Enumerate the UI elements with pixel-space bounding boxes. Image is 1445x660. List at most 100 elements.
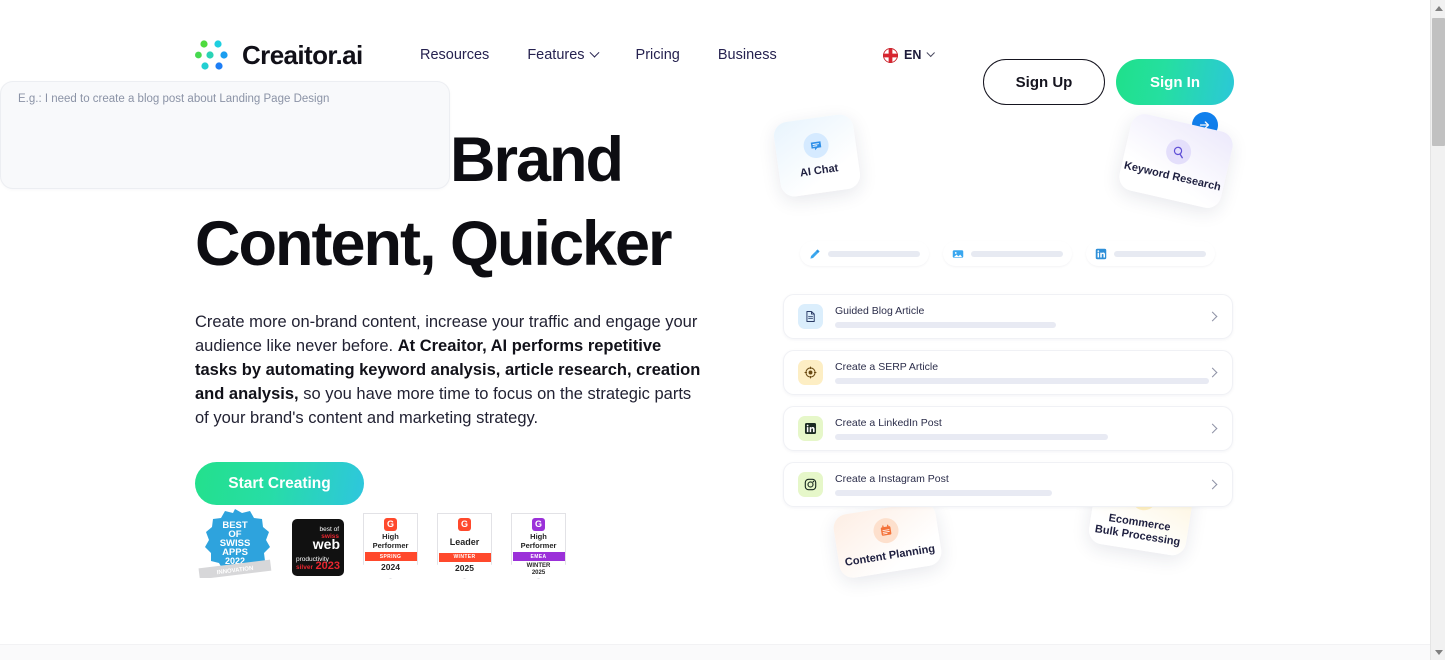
g2-logo-icon: G <box>532 518 545 531</box>
chat-bubble-icon <box>810 141 821 151</box>
nav-label: Pricing <box>635 47 680 63</box>
triangle-down-icon <box>1434 649 1443 655</box>
g2-badge-shape: G High Performer SPRING 2024 <box>363 513 418 579</box>
chevron-right-icon <box>1207 423 1218 434</box>
list-item-title: Create a Instagram Post <box>835 473 949 485</box>
chip-skeleton-bar <box>828 250 920 257</box>
language-selector[interactable]: EN <box>883 28 936 82</box>
g2-badge-shape: G High Performer EMEA WINTER 2025 <box>511 513 566 579</box>
chevron-right-icon <box>1207 367 1218 378</box>
list-item-body: Create a SERP Article <box>835 361 1209 384</box>
badge-g2-high-performer-spring: G High Performer SPRING 2024 <box>363 513 418 579</box>
badge-g2-leader-winter: G Leader WINTER 2025 <box>437 513 492 579</box>
chevron-down-icon <box>926 48 936 58</box>
document-icon <box>806 310 815 323</box>
linkedin-icon <box>804 422 817 435</box>
page-content: Creaitor.ai Resources Features Pricing B… <box>0 0 1430 660</box>
search-icon <box>1173 146 1183 158</box>
best-of-swiss-apps-badge-icon: BEST OF SWISS APPS 2022 INNOVATION <box>198 509 272 580</box>
sign-up-button[interactable]: Sign Up <box>983 59 1105 105</box>
browser-viewport: Creaitor.ai Resources Features Pricing B… <box>0 0 1445 660</box>
floating-card-label: AI Chat <box>799 162 840 180</box>
chip-skeleton-bar <box>1114 250 1206 257</box>
g2-logo-icon: G <box>384 518 397 531</box>
calendar-icon <box>880 524 892 536</box>
list-item[interactable]: Create a LinkedIn Post <box>783 406 1233 451</box>
bosw-year: 2023 <box>315 560 340 572</box>
g2-title: High Performer <box>372 532 409 550</box>
creaitor-nodes-logo-icon <box>195 40 228 70</box>
floating-card-ai-chat[interactable]: AI Chat <box>772 112 862 199</box>
chevron-right-icon <box>1207 479 1218 490</box>
badge-best-of-swiss-apps: BEST OF SWISS APPS 2022 INNOVATION <box>197 506 273 583</box>
list-item-body: Create a Instagram Post <box>835 473 1209 496</box>
hero-description: Create more on-brand content, increase y… <box>195 310 705 430</box>
list-item-skeleton-bar <box>835 378 1209 384</box>
bosw-line3: web <box>312 536 340 552</box>
document-icon-wrap <box>798 304 823 329</box>
nav-item-pricing[interactable]: Pricing <box>636 47 714 63</box>
g2-band: SPRING <box>364 552 417 561</box>
search-icon-wrap <box>1163 136 1194 167</box>
page-footer-band <box>0 644 1430 660</box>
g2-band: WINTER <box>438 552 491 562</box>
g2-year: WINTER 2025 <box>526 563 551 576</box>
g2-title: Leader <box>449 537 480 547</box>
list-item-skeleton-bar <box>835 434 1109 440</box>
list-item-body: Guided Blog Article <box>835 305 1209 328</box>
linkedin-icon <box>1095 248 1107 259</box>
bosw-line1: best of <box>319 526 339 533</box>
scroll-up-button[interactable] <box>1431 0 1445 16</box>
badge-g2-high-performer-emea: G High Performer EMEA WINTER 2025 <box>511 513 566 579</box>
list-item-title: Create a SERP Article <box>835 361 939 373</box>
prompt-chips <box>800 241 1215 266</box>
start-creating-button[interactable]: Start Creating <box>195 462 364 505</box>
nav-item-resources[interactable]: Resources <box>420 47 523 63</box>
nav-label: Features <box>527 47 585 63</box>
nav-item-business[interactable]: Business <box>718 47 777 63</box>
chip-linkedin[interactable] <box>1086 241 1215 266</box>
vertical-scrollbar[interactable] <box>1430 0 1445 660</box>
linkedin-icon-wrap <box>798 416 823 441</box>
nav-label: Business <box>717 47 777 63</box>
site-header: Creaitor.ai Resources Features Pricing B… <box>0 28 1430 105</box>
uk-flag-icon <box>883 47 898 63</box>
sign-in-button[interactable]: Sign In <box>1116 59 1234 105</box>
chat-bubble-icon-wrap <box>801 131 830 160</box>
g2-year: 2024 <box>381 562 400 572</box>
list-item[interactable]: Create a SERP Article <box>783 350 1233 395</box>
pencil-icon <box>810 248 820 259</box>
list-item-body: Create a LinkedIn Post <box>835 417 1209 440</box>
nav-item-features[interactable]: Features <box>527 47 631 63</box>
floating-card-label: Keyword Research <box>1122 159 1223 194</box>
badge-best-of-swiss-web: best of swiss web productivity silver 20… <box>292 519 344 583</box>
g2-year: 2025 <box>455 562 474 573</box>
instagram-icon-wrap <box>798 472 823 497</box>
target-icon <box>804 366 817 379</box>
calendar-icon-wrap <box>871 515 901 545</box>
chip-image[interactable] <box>943 241 1072 266</box>
target-icon-wrap <box>798 360 823 385</box>
list-item[interactable]: Create a Instagram Post <box>783 462 1233 507</box>
list-item-skeleton-bar <box>835 322 1056 328</box>
chip-skeleton-bar <box>971 250 1063 257</box>
award-badges: BEST OF SWISS APPS 2022 INNOVATION best … <box>197 506 585 583</box>
g2-logo-icon: G <box>458 518 471 531</box>
scrollbar-thumb[interactable] <box>1432 18 1445 146</box>
list-item-title: Create a LinkedIn Post <box>835 417 942 429</box>
prompt-input[interactable]: E.g.: I need to create a blog post about… <box>18 93 329 105</box>
language-code: EN <box>904 48 922 62</box>
floating-card-label: Content Planning <box>844 542 936 569</box>
list-item[interactable]: Guided Blog Article <box>783 294 1233 339</box>
g2-title: High Performer <box>520 532 557 550</box>
chevron-right-icon <box>1207 311 1218 322</box>
list-item-skeleton-bar <box>835 490 1052 496</box>
scroll-down-button[interactable] <box>1431 644 1445 660</box>
brand-name: Creaitor.ai <box>242 39 363 70</box>
best-of-swiss-web-badge-icon: best of swiss web productivity silver 20… <box>292 519 344 576</box>
chip-pencil[interactable] <box>800 241 929 266</box>
feature-rows-list: Guided Blog Article Create a SERP Articl… <box>783 294 1233 518</box>
brand-logo[interactable]: Creaitor.ai <box>195 28 363 82</box>
list-item-title: Guided Blog Article <box>835 305 925 317</box>
instagram-icon <box>804 478 817 491</box>
